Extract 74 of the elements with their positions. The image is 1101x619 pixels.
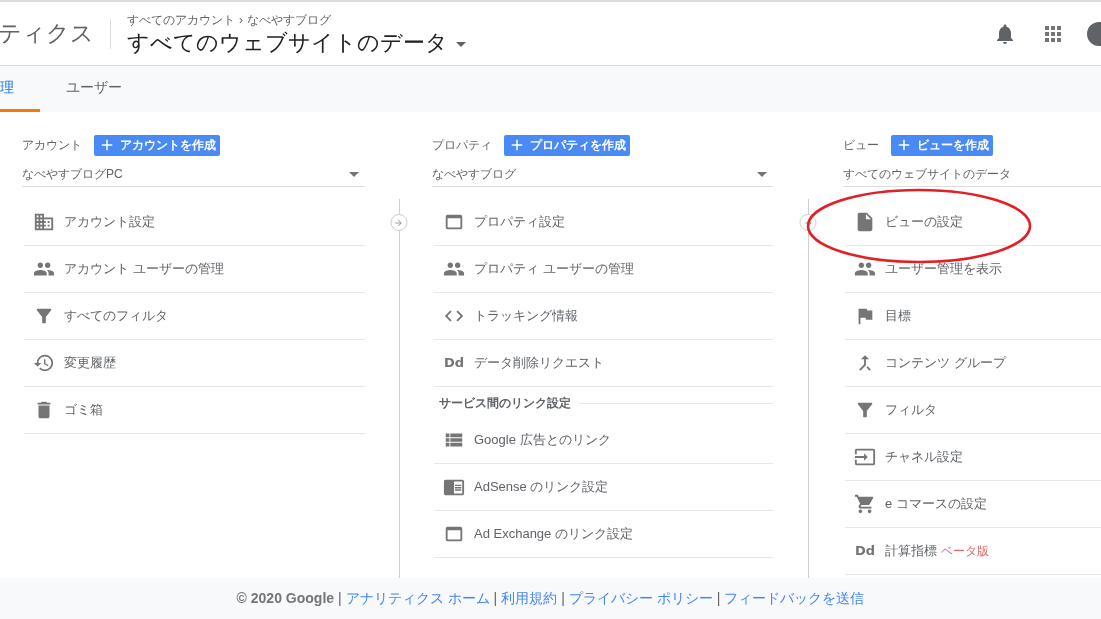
separator: | [338,589,342,608]
item-label: Google 広告とのリンク [474,431,611,450]
footer-link[interactable]: アナリティクス ホーム [345,588,490,609]
item-label: フィルタ [885,401,937,420]
item-label: コンテンツ グループ [885,354,1006,373]
breadcrumb-item[interactable]: すべてのアカウント [127,10,235,29]
item-label: トラッキング情報 [474,307,578,326]
item-label: すべてのフィルタ [64,307,168,326]
footer-link[interactable]: プライバシー ポリシー [568,588,713,609]
section-heading: サービス間のリンク設定 [439,395,571,412]
building-icon [33,211,55,233]
menu-item[interactable]: チャネル設定 [845,434,1101,481]
item-icon-text: Dd [854,542,876,561]
menu-item[interactable]: プロパティ設定 [434,199,773,246]
item-label: ユーザー管理を表示 [885,260,1002,279]
channel-icon [854,446,876,468]
beta-label: ベータ版 [941,543,989,560]
footer-link[interactable]: フィードバックを送信 [724,588,865,609]
history-icon [33,352,55,374]
menu-item[interactable]: ユーザー管理を表示 [845,246,1101,293]
menu-item[interactable]: Dd データ削除リクエスト [434,340,773,387]
caret-icon[interactable] [757,171,767,177]
item-label: 変更履歴 [64,354,116,373]
menu-item[interactable]: 変更履歴 [24,340,365,387]
menu-item[interactable]: Dd 計算指標 ベータ版 [845,528,1101,575]
item-label: AdSense のリンク設定 [474,478,609,497]
menu-item[interactable]: コンテンツ グループ [845,340,1101,387]
selector-value[interactable]: すべてのウェブサイトのデータ [843,165,1011,183]
menu-item[interactable]: ゴミ箱 [24,387,365,434]
item-label: プロパティ設定 [474,213,565,232]
separator: | [493,589,498,608]
item-label: アカウント ユーザーの管理 [64,260,224,279]
item-label: データ削除リクエスト [474,354,604,373]
menu-item[interactable]: フィルタ [845,387,1101,434]
menu-item[interactable]: Google 広告とのリンク [434,417,773,464]
item-label: Ad Exchange のリンク設定 [474,525,633,544]
column-label: プロパティ [432,137,492,154]
item-label: 目標 [885,307,911,326]
menu-item[interactable]: すべてのフィルタ [24,293,365,340]
column-label: アカウント [22,137,82,154]
cart-icon [854,493,876,515]
menu-item[interactable]: ビューの設定 [845,199,1101,246]
menu-item[interactable]: e コマースの設定 [845,481,1101,528]
selector-value[interactable]: なべやすブログPC [22,165,123,183]
tab[interactable]: 理 [0,66,40,112]
menu-item[interactable]: アカウント設定 [24,199,365,246]
copyright-text: © 2020 Google [236,589,335,608]
item-label: e コマースの設定 [885,495,987,514]
item-icon-text: Dd [443,354,465,373]
separator: | [561,589,565,608]
item-label: プロパティ ユーザーの管理 [474,260,634,279]
footer-link[interactable]: 利用規約 [501,588,558,609]
breadcrumb-item[interactable]: なべやすブログ [247,10,331,29]
menu-item[interactable]: トラッキング情報 [434,293,773,340]
caret-icon[interactable] [349,171,359,177]
caret-icon [456,42,466,47]
separator: | [716,589,721,608]
selector-value[interactable]: なべやすブログ [432,165,516,183]
product-logo-text: ティクス [0,19,94,49]
column-label: ビュー [843,137,879,154]
item-label: アカウント設定 [64,213,155,232]
avatar[interactable] [1087,21,1101,46]
item-label: ビューの設定 [885,213,963,232]
item-label: チャネル設定 [885,448,963,467]
view-selector[interactable]: すべてのウェブサイトのデータ [127,28,466,57]
menu-item[interactable]: プロパティ ユーザーの管理 [434,246,773,293]
tab[interactable]: ユーザー [40,66,148,112]
menu-item[interactable]: Ad Exchange のリンク設定 [434,511,773,558]
breadcrumb-separator: › [239,11,243,29]
menu-item[interactable]: AdSense のリンク設定 [434,464,773,511]
item-label: 計算指標 [885,542,937,561]
menu-item[interactable]: 目標 [845,293,1101,340]
menu-item[interactable]: アカウント ユーザーの管理 [24,246,365,293]
item-label: ゴミ箱 [64,401,103,420]
